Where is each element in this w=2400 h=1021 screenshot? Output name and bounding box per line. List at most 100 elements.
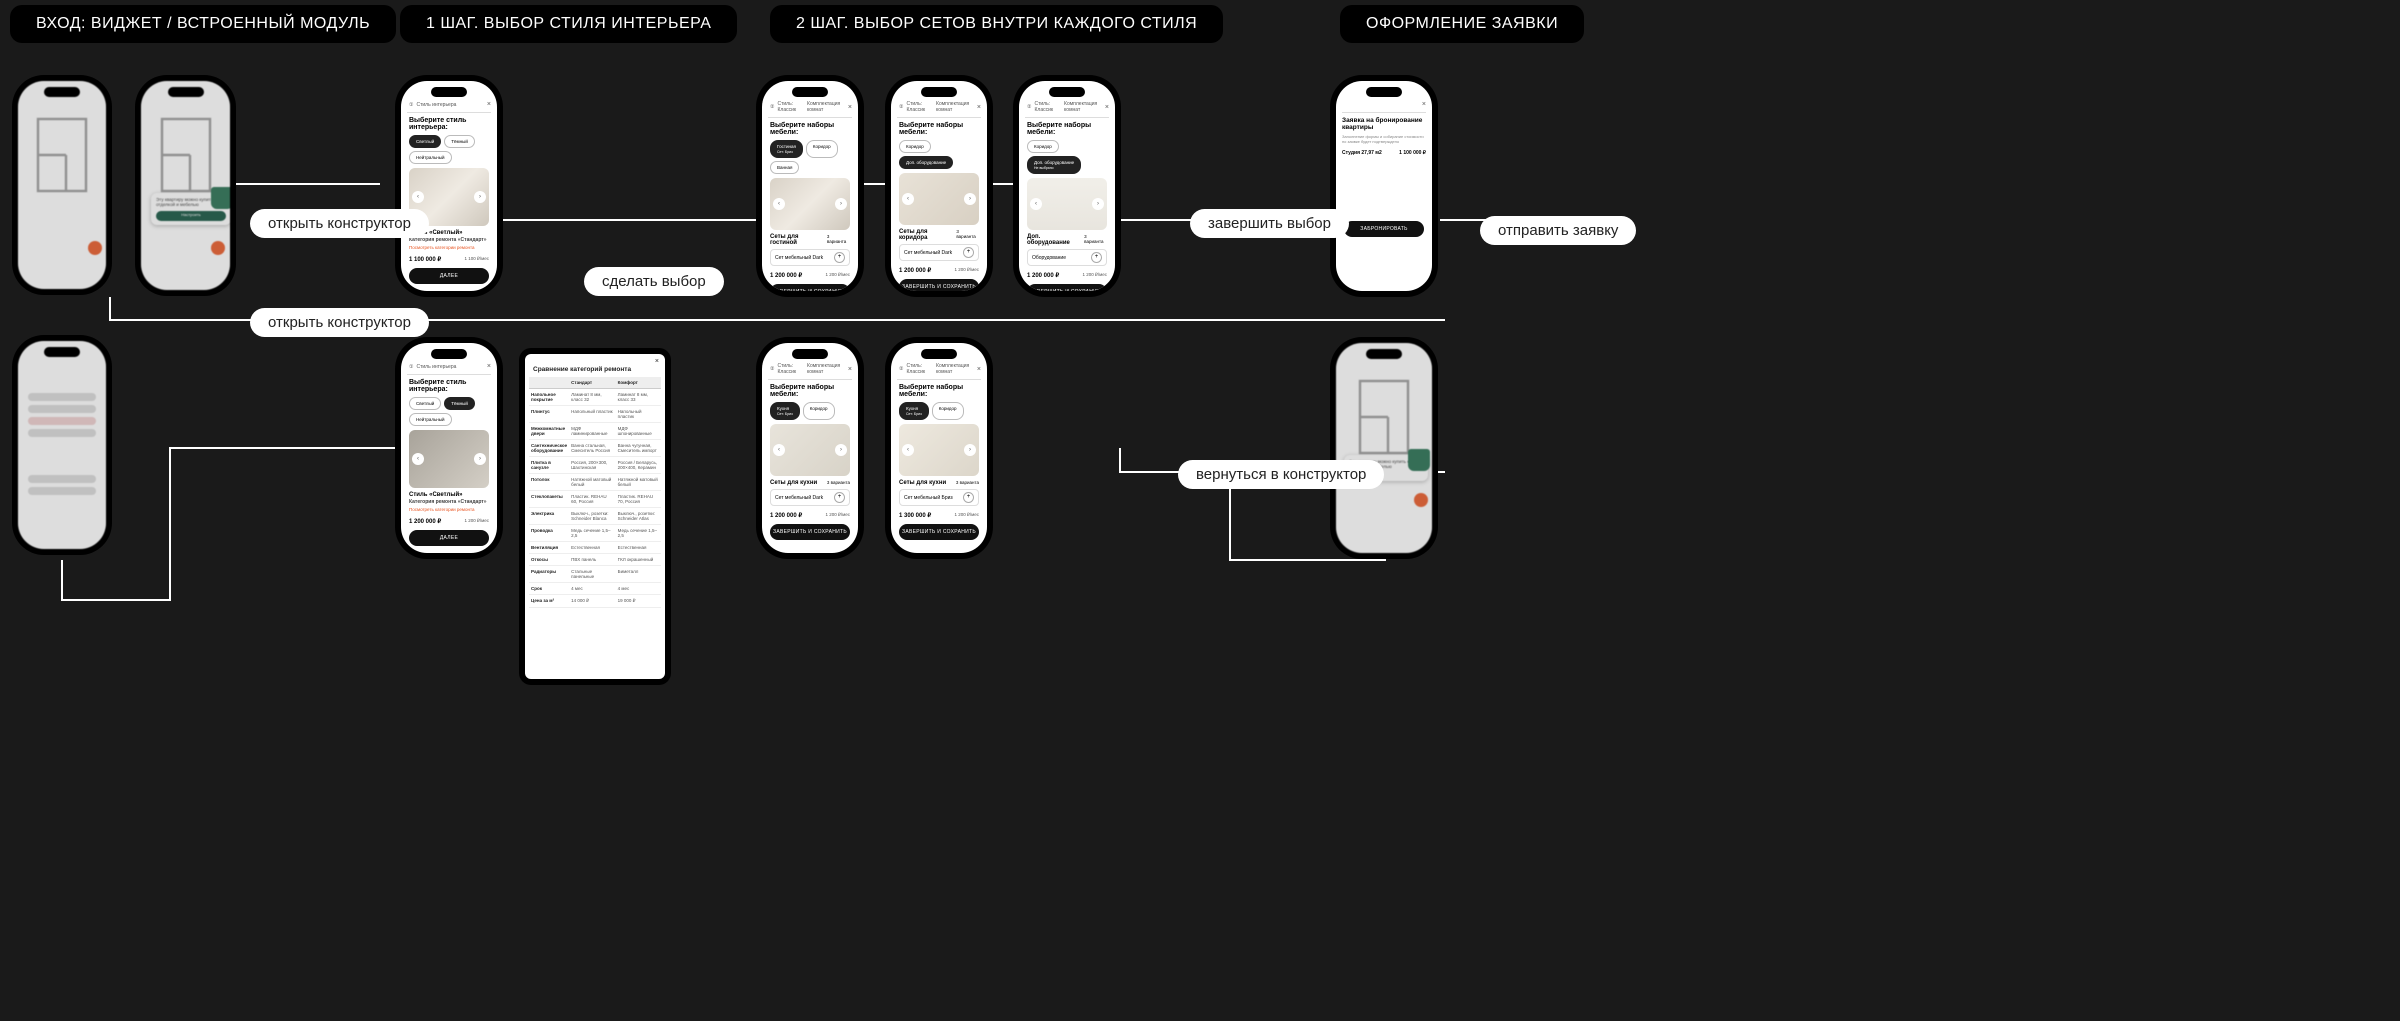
fab-icon[interactable] (211, 241, 225, 255)
next-icon[interactable]: › (1092, 198, 1104, 210)
add-icon[interactable]: + (963, 492, 974, 503)
next-icon[interactable]: › (835, 198, 847, 210)
sets-count: 3 варианта (827, 480, 850, 486)
close-icon[interactable]: × (1105, 104, 1109, 111)
breadcrumb: ① Стиль интерьера × (407, 99, 491, 113)
breadcrumb: ② Стиль: Классик Комплектация комнат × (897, 361, 981, 380)
step-dot: ② (899, 366, 903, 372)
close-icon[interactable]: × (487, 363, 491, 370)
widget-popup[interactable]: Эту квартиру можно купить с отделкой и м… (151, 193, 230, 225)
next-button[interactable]: ДАЛЕЕ (409, 530, 489, 546)
prev-icon[interactable]: ‹ (412, 453, 424, 465)
add-icon[interactable]: + (834, 492, 845, 503)
next-icon[interactable]: › (964, 193, 976, 205)
chip-hall[interactable]: Коридор (803, 402, 835, 420)
chip-hall[interactable]: Коридор (899, 140, 931, 153)
breadcrumb: ① Стиль интерьера × (407, 361, 491, 375)
set-row[interactable]: Оборудование + (1027, 249, 1107, 266)
next-icon[interactable]: › (474, 191, 486, 203)
next-button[interactable]: ДАЛЕЕ (409, 268, 489, 284)
row-key: Потолок (529, 474, 569, 491)
chip-neutral[interactable]: Нейтральный (409, 151, 452, 164)
prev-icon[interactable]: ‹ (412, 191, 424, 203)
next-icon[interactable]: › (474, 453, 486, 465)
fab-icon[interactable] (1414, 493, 1428, 507)
style-subtitle: Категория ремонта «Стандарт» (409, 237, 489, 243)
fab-icon[interactable] (88, 241, 102, 255)
prev-icon[interactable]: ‹ (773, 198, 785, 210)
row-std: Стальные панельные (569, 566, 615, 583)
per-month: 1 100 ₽/мес (465, 256, 489, 263)
prev-icon[interactable]: ‹ (1030, 198, 1042, 210)
close-icon[interactable]: × (487, 101, 491, 108)
row-key: Радиаторы (529, 566, 569, 583)
next-icon[interactable]: › (964, 444, 976, 456)
chip-extra[interactable]: Доп. оборудование Не выбрано (1027, 156, 1081, 174)
breadcrumb-label: Стиль интерьера (416, 364, 456, 370)
chip-neutral[interactable]: Нейтральный (409, 413, 452, 426)
row-std: Натяжной матовый белый (569, 474, 615, 491)
prev-icon[interactable]: ‹ (773, 444, 785, 456)
set-row[interactable]: Сет мебельный Dark + (770, 489, 850, 506)
screen-heading: Выберите стиль интерьера: (407, 113, 491, 135)
prev-icon[interactable]: ‹ (902, 444, 914, 456)
chip-kitchen[interactable]: Кухня Сет: Бриз (899, 402, 929, 420)
step-dot: ② (1027, 104, 1031, 110)
row-key: Срок (529, 583, 569, 595)
chip-extra[interactable]: Доп. оборудование (899, 156, 953, 169)
add-icon[interactable]: + (1091, 252, 1102, 263)
chip-hall[interactable]: Коридор (932, 402, 964, 420)
set-row[interactable]: Сет мебельный Dark + (899, 244, 979, 261)
row-std: Естественная (569, 542, 615, 554)
save-button[interactable]: ЗАВЕРШИТЬ И СОХРАНИТЬ (1027, 284, 1107, 291)
crumb-style: Стиль: Классик (1034, 101, 1061, 113)
table-row: СтеклопакетыПластик. REHAU 60, РоссияПла… (529, 491, 661, 508)
comparison-heading: Сравнение категорий ремонта (529, 366, 661, 377)
set-image: ‹ › (770, 424, 850, 476)
close-icon[interactable]: × (977, 104, 981, 111)
add-icon[interactable]: + (834, 252, 845, 263)
add-icon[interactable]: + (963, 247, 974, 258)
prev-icon[interactable]: ‹ (902, 193, 914, 205)
close-icon[interactable]: × (848, 104, 852, 111)
chip-kitchen[interactable]: Кухня Сет: Бриз (770, 402, 800, 420)
entry-phone-widget: Эту квартиру можно купить с отделкой и м… (135, 75, 236, 296)
sets-title: Сеты для гостиной (770, 234, 827, 246)
style-chips: Светлый Тёмный Нейтральный (407, 135, 491, 168)
chip-dark[interactable]: Тёмный (444, 397, 475, 410)
close-icon[interactable]: × (1422, 101, 1426, 108)
chip-bath[interactable]: Ванная (770, 161, 799, 174)
style-link[interactable]: Посмотреть категории ремонта (409, 507, 489, 512)
style-image: ‹ › (409, 430, 489, 488)
screen-heading: Выберите стиль интерьера: (407, 375, 491, 397)
row-key: Цена за м² (529, 595, 569, 608)
row-cmf: Выключ., розетки: Schneider Atlas (616, 508, 661, 525)
save-button[interactable]: ЗАВЕРШИТЬ И СОХРАНИТЬ (899, 279, 979, 291)
chip-dark[interactable]: Тёмный (444, 135, 475, 148)
chip-light[interactable]: Светлый (409, 397, 441, 410)
close-icon[interactable]: × (977, 366, 981, 373)
chip-light[interactable]: Светлый (409, 135, 441, 148)
set-image: ‹ › (899, 173, 979, 225)
chip-hall[interactable]: Коридор (806, 140, 838, 158)
chip-living[interactable]: Гостиная Сет: Бриз (770, 140, 803, 158)
flow-open2: открыть конструктор (250, 308, 429, 337)
save-button[interactable]: ЗАВЕРШИТЬ И СОХРАНИТЬ (770, 524, 850, 540)
set-row[interactable]: Сет мебельный Бриз + (899, 489, 979, 506)
next-icon[interactable]: › (835, 444, 847, 456)
row-std: ПВХ панель (569, 554, 615, 566)
book-button[interactable]: ЗАБРОНИРОВАТЬ (1344, 221, 1424, 237)
crumb-group: Комплектация комнат (1064, 101, 1102, 113)
widget-cta[interactable]: Настроить (156, 211, 226, 221)
row-cmf: Медь сечение 1,5–2,5 (616, 525, 661, 542)
close-icon[interactable]: × (655, 358, 659, 365)
flow-finish: завершить выбор (1190, 209, 1349, 238)
flow-choose: сделать выбор (584, 267, 724, 296)
close-icon[interactable]: × (848, 366, 852, 373)
table-row: Срок4 мес4 мес (529, 583, 661, 595)
save-button[interactable]: ЗАВЕРШИТЬ И СОХРАНИТЬ (899, 524, 979, 540)
set-row[interactable]: Сет мебельный Dark + (770, 249, 850, 266)
chip-hall[interactable]: Коридор (1027, 140, 1059, 153)
style-link[interactable]: Посмотреть категории ремонта (409, 245, 489, 250)
save-button[interactable]: ЗАВЕРШИТЬ И СОХРАНИТЬ (770, 284, 850, 291)
